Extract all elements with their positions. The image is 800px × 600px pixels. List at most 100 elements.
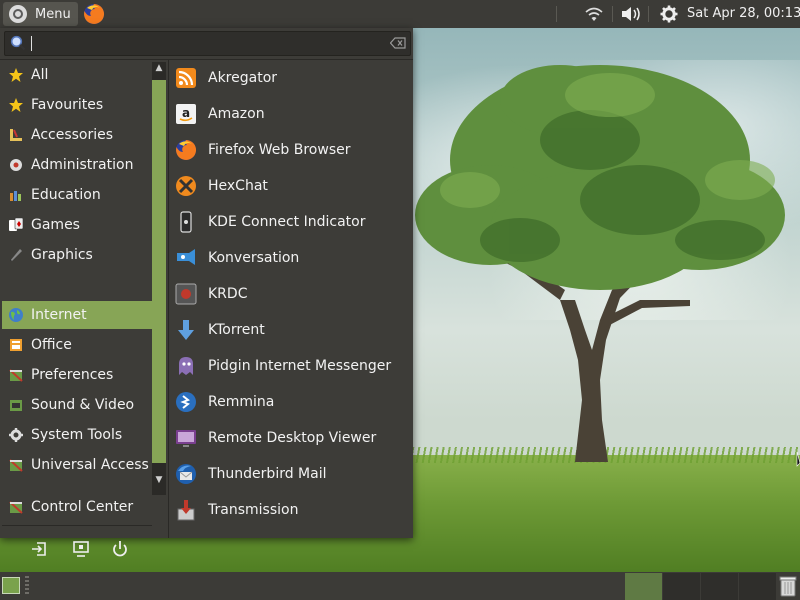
category-system-tools[interactable]: System Tools [2, 421, 152, 449]
lock-screen-icon[interactable] [70, 538, 92, 560]
games-icon [9, 217, 24, 231]
category-office[interactable]: Office [2, 331, 152, 359]
app-akregator[interactable]: Akregator [169, 60, 413, 96]
firefox-icon [176, 139, 197, 160]
konversation-icon [177, 249, 195, 265]
app-label: HexChat [208, 178, 268, 194]
category-label: Internet [31, 307, 87, 323]
workspace-2[interactable] [663, 573, 700, 600]
amazon-icon: a [176, 104, 196, 124]
category-internet[interactable]: Internet [2, 301, 152, 329]
app-firefox[interactable]: Firefox Web Browser [169, 132, 413, 168]
app-label: Pidgin Internet Messenger [208, 358, 392, 374]
category-separator [2, 525, 152, 526]
scroll-up-arrow-icon[interactable]: ▲ [152, 62, 166, 74]
ubuntu-mate-logo-icon [9, 5, 27, 23]
category-favourites[interactable]: Favourites [2, 91, 152, 119]
category-all[interactable]: All [2, 61, 152, 89]
transmission-icon [177, 500, 195, 521]
app-ktorrent[interactable]: KTorrent [169, 312, 413, 348]
category-administration[interactable]: Administration [2, 151, 152, 179]
app-label: Amazon [208, 106, 265, 122]
app-kde-connect[interactable]: KDE Connect Indicator [169, 204, 413, 240]
category-label: Games [31, 217, 80, 233]
kdeconnect-icon [180, 211, 192, 233]
universal-access-icon [9, 459, 23, 472]
education-icon [10, 191, 21, 201]
svg-text:a: a [182, 106, 190, 120]
app-hexchat[interactable]: HexChat [169, 168, 413, 204]
category-games[interactable]: Games [2, 211, 152, 239]
app-amazon[interactable]: a Amazon [169, 96, 413, 132]
scroll-down-arrow-icon[interactable]: ▼ [152, 474, 166, 486]
show-desktop-icon[interactable] [2, 577, 20, 594]
gear-icon [9, 428, 23, 442]
category-label: Universal Access [31, 457, 149, 473]
top-panel: Menu Sat Apr 28, 00:13 [0, 0, 800, 28]
category-preferences[interactable]: Preferences [2, 361, 152, 389]
clear-search-icon[interactable] [390, 37, 406, 49]
workspace-4[interactable] [739, 573, 776, 600]
app-remote-desktop-viewer[interactable]: Remote Desktop Viewer [169, 420, 413, 456]
app-label: Remmina [208, 394, 275, 410]
category-label: Education [31, 187, 101, 203]
category-education[interactable]: Education [2, 181, 152, 209]
application-menu: All Favourites Accessories Administratio… [0, 28, 413, 557]
star-icon [9, 98, 23, 112]
category-label: Graphics [31, 247, 93, 263]
volume-icon[interactable] [620, 0, 642, 28]
app-label: KDE Connect Indicator [208, 214, 366, 230]
search-icon [10, 35, 26, 51]
power-icon[interactable] [109, 538, 131, 560]
panel-drag-handle[interactable] [25, 576, 29, 596]
app-thunderbird[interactable]: Thunderbird Mail [169, 456, 413, 492]
app-label: Thunderbird Mail [208, 466, 327, 482]
remote-desktop-icon [176, 430, 196, 447]
app-label: KRDC [208, 286, 248, 302]
category-sound-video[interactable]: Sound & Video [2, 391, 152, 419]
category-label: All [31, 67, 49, 83]
category-label: System Tools [31, 427, 123, 443]
sound-video-icon [10, 400, 22, 411]
office-icon [10, 339, 22, 351]
category-label: Preferences [31, 367, 114, 383]
bottom-panel [0, 572, 800, 600]
panel-separator [612, 6, 613, 22]
category-universal-access[interactable]: Universal Access [2, 451, 152, 479]
administration-icon [10, 159, 22, 171]
app-konversation[interactable]: Konversation [169, 240, 413, 276]
category-control-center[interactable]: Control Center [2, 493, 152, 521]
main-menu-button[interactable]: Menu [3, 2, 78, 26]
app-pidgin[interactable]: Pidgin Internet Messenger [169, 348, 413, 384]
category-graphics[interactable]: Graphics [2, 241, 152, 269]
firefox-launcher-icon[interactable] [82, 2, 106, 26]
category-label: Control Center [31, 499, 134, 515]
ktorrent-icon [178, 320, 194, 340]
clock[interactable]: Sat Apr 28, 00:13 [687, 0, 800, 28]
app-label: Akregator [208, 70, 278, 86]
category-accessories[interactable]: Accessories [2, 121, 152, 149]
app-remmina[interactable]: Remmina [169, 384, 413, 420]
workspace-1[interactable] [625, 573, 662, 600]
app-transmission[interactable]: Transmission [169, 492, 413, 528]
control-center-icon [9, 501, 23, 514]
category-label: Administration [31, 157, 134, 173]
category-label: Sound & Video [31, 397, 135, 413]
wifi-icon[interactable] [584, 0, 604, 28]
trash-icon[interactable] [778, 575, 798, 597]
session-buttons [28, 538, 138, 560]
krdc-icon [175, 283, 197, 305]
search-input[interactable] [4, 31, 411, 56]
category-list: All Favourites Accessories Administratio… [0, 60, 168, 557]
app-label: KTorrent [208, 322, 265, 338]
app-krdc[interactable]: KRDC [169, 276, 413, 312]
category-scrollbar-thumb[interactable] [152, 80, 166, 463]
rss-icon [176, 68, 196, 88]
preferences-icon [9, 369, 23, 382]
logout-icon[interactable] [28, 538, 50, 560]
system-settings-gear-icon[interactable] [659, 0, 679, 28]
workspace-3[interactable] [701, 573, 738, 600]
globe-icon [9, 308, 23, 322]
panel-separator [556, 6, 557, 22]
remmina-icon [176, 392, 196, 412]
